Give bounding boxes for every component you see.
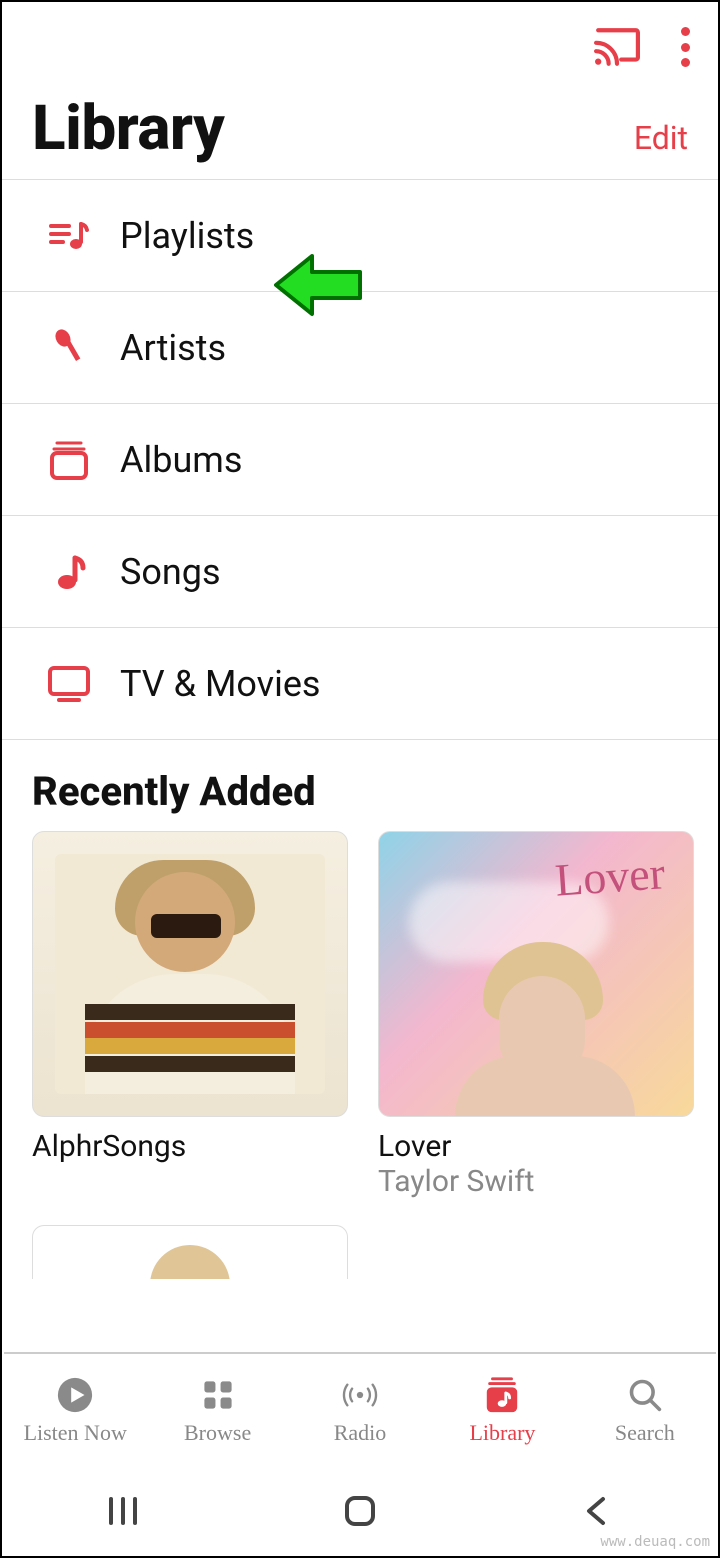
more-vert-icon[interactable]: [680, 27, 690, 67]
search-icon: [626, 1376, 664, 1414]
top-toolbar: [2, 2, 718, 92]
album-title: AlphrSongs: [32, 1129, 348, 1164]
menu-item-albums[interactable]: Albums: [2, 404, 718, 516]
album-title: Lover: [378, 1129, 694, 1164]
recently-added-grid: AlphrSongs Lover Lover Taylor Swift: [2, 831, 718, 1199]
recently-added-title: Recently Added: [2, 740, 718, 831]
playlists-icon: [46, 213, 92, 259]
library-header: Library Edit: [2, 92, 718, 180]
nav-search[interactable]: Search: [574, 1354, 716, 1468]
nav-label: Browse: [184, 1420, 251, 1446]
nav-label: Radio: [334, 1420, 387, 1446]
library-icon: [483, 1376, 521, 1414]
radio-icon: [341, 1376, 379, 1414]
watermark: www.deuaq.com: [600, 1534, 710, 1550]
nav-browse[interactable]: Browse: [146, 1354, 288, 1468]
nav-label: Library: [469, 1420, 535, 1446]
artists-icon: [46, 325, 92, 371]
tv-movies-icon: [46, 661, 92, 707]
album-card[interactable]: AlphrSongs: [32, 831, 348, 1199]
menu-label: Albums: [120, 439, 242, 481]
cast-icon[interactable]: [594, 28, 640, 66]
system-back-icon[interactable]: [577, 1491, 617, 1535]
album-card-partial[interactable]: [2, 1199, 718, 1279]
menu-label: Songs: [120, 551, 221, 593]
nav-radio[interactable]: Radio: [289, 1354, 431, 1468]
album-artwork: [32, 831, 348, 1117]
menu-label: Playlists: [120, 215, 254, 257]
menu-item-songs[interactable]: Songs: [2, 516, 718, 628]
annotation-arrow: [272, 252, 362, 322]
nav-library[interactable]: Library: [431, 1354, 573, 1468]
album-card[interactable]: Lover Lover Taylor Swift: [378, 831, 694, 1199]
system-home-icon[interactable]: [340, 1491, 380, 1535]
nav-label: Listen Now: [24, 1420, 127, 1446]
play-circle-icon: [56, 1376, 94, 1414]
album-artwork: Lover: [378, 831, 694, 1117]
page-title: Library: [32, 92, 224, 165]
albums-icon: [46, 437, 92, 483]
menu-item-tv-movies[interactable]: TV & Movies: [2, 628, 718, 740]
system-recents-icon[interactable]: [103, 1491, 143, 1535]
edit-button[interactable]: Edit: [634, 119, 688, 165]
grid-icon: [199, 1376, 237, 1414]
album-subtitle: Taylor Swift: [378, 1164, 694, 1199]
songs-icon: [46, 549, 92, 595]
menu-label: Artists: [120, 327, 226, 369]
bottom-nav: Listen Now Browse Radio: [4, 1352, 716, 1468]
nav-listen-now[interactable]: Listen Now: [4, 1354, 146, 1468]
menu-label: TV & Movies: [120, 663, 321, 705]
nav-label: Search: [615, 1420, 675, 1446]
